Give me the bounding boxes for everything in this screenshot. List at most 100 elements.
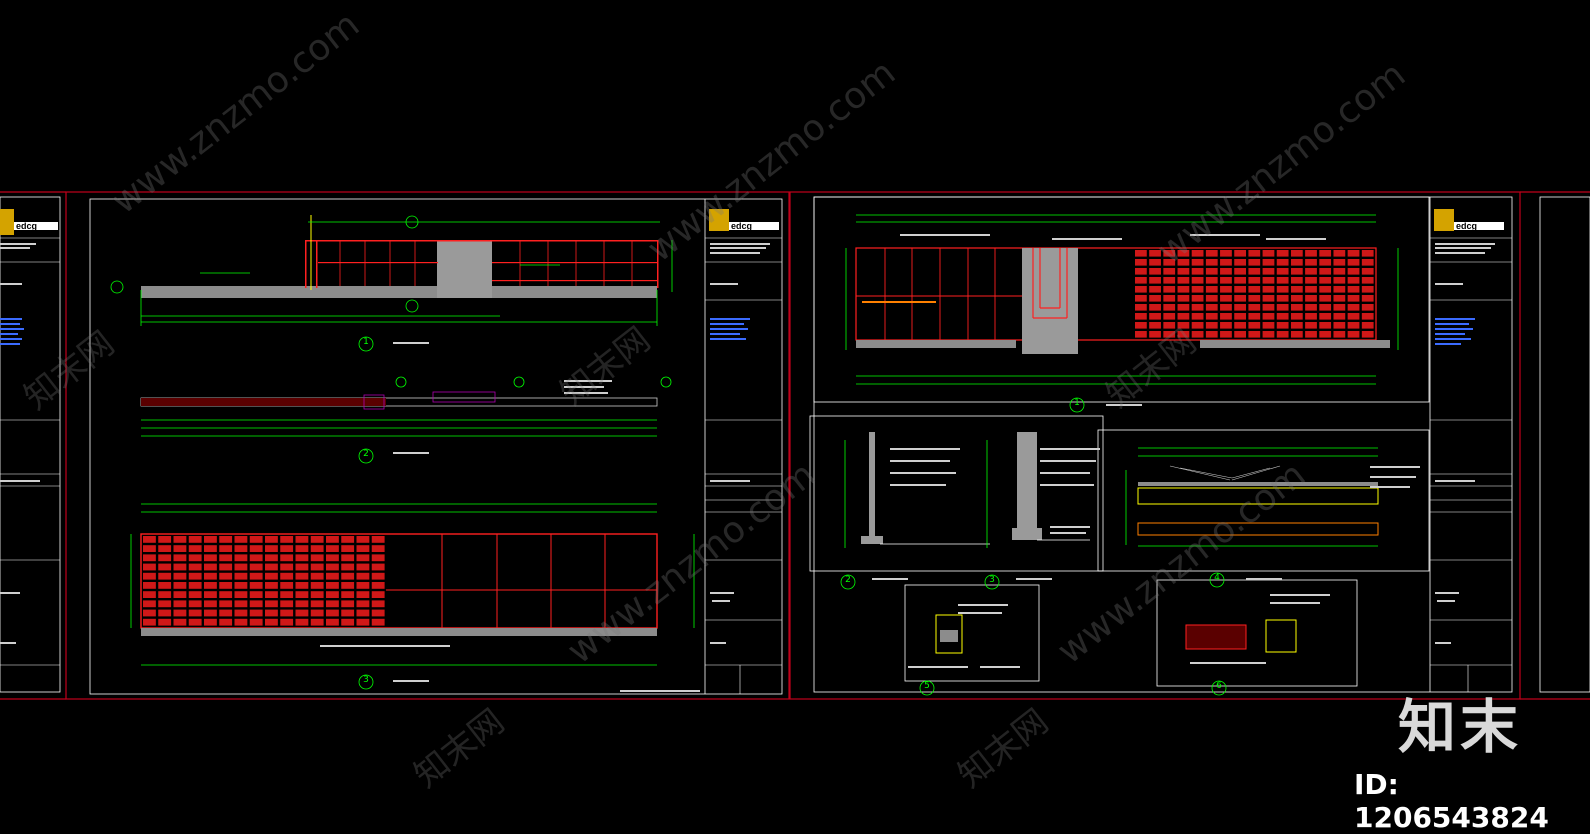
grid-cell <box>1262 286 1275 293</box>
grid-cell <box>1262 313 1275 320</box>
grid-cell <box>1319 313 1332 320</box>
grid-cell <box>1248 250 1261 257</box>
grid-cell <box>356 591 370 598</box>
view-number: 1 <box>363 337 369 347</box>
grid-cell <box>1205 322 1218 329</box>
grid-cell <box>1276 322 1289 329</box>
grid-cell <box>280 554 294 562</box>
grid-cell <box>1191 268 1204 275</box>
grid-cell <box>1305 259 1317 266</box>
grid-cell <box>143 536 156 543</box>
grid-cell <box>280 591 294 598</box>
grid-cell <box>1220 304 1232 311</box>
grid-cell <box>1234 322 1247 329</box>
grid-cell <box>204 582 217 589</box>
grid-cell <box>143 582 156 589</box>
grid-cell <box>265 591 278 598</box>
grid-cell <box>280 600 294 608</box>
grid-cell <box>204 600 217 608</box>
grid-cell <box>1305 313 1317 320</box>
grid-cell <box>204 545 217 552</box>
grid-cell <box>1333 286 1346 293</box>
grid-cell <box>295 591 309 598</box>
brand-label: edcg <box>1456 221 1478 231</box>
grid-cell <box>1262 259 1275 266</box>
grid-cell <box>1234 313 1247 320</box>
grid-cell <box>1135 277 1147 284</box>
grid-cell <box>1262 295 1275 302</box>
grid-cell <box>1234 259 1247 266</box>
grid-cell <box>188 563 202 571</box>
grid-cell <box>234 563 248 571</box>
grid-cell <box>1305 322 1317 329</box>
grid-cell <box>310 536 324 543</box>
grid-cell <box>371 554 385 562</box>
grid-cell <box>1290 322 1303 329</box>
grid-cell <box>1177 277 1190 284</box>
grid-cell <box>1248 304 1261 311</box>
grid-cell <box>1135 268 1147 275</box>
grid-cell <box>173 609 187 617</box>
grid-cell <box>1319 250 1332 257</box>
grid-cell <box>1191 277 1204 284</box>
grid-cell <box>249 554 263 562</box>
grid-cell <box>1163 277 1176 284</box>
view-number: 4 <box>1214 573 1220 583</box>
grid-cell <box>143 545 156 552</box>
grid-cell <box>234 591 248 598</box>
grid-cell <box>356 554 370 562</box>
grid-cell <box>1276 286 1289 293</box>
grid-cell <box>143 563 156 571</box>
grid-cell <box>249 545 263 552</box>
grid-cell <box>234 618 248 626</box>
grid-cell <box>1135 259 1147 266</box>
cad-drawing-viewport[interactable]: www.znzmo.com www.znzmo.com www.znzmo.co… <box>0 0 1590 834</box>
grid-cell <box>1361 331 1374 338</box>
grid-cell <box>326 609 339 617</box>
grid-cell <box>310 545 324 552</box>
grid-cell <box>326 582 339 589</box>
grid-cell <box>204 572 217 580</box>
grid-cell <box>173 554 187 562</box>
grid-cell <box>341 582 355 589</box>
grid-cell <box>1290 331 1303 338</box>
grid-cell <box>1361 259 1374 266</box>
grid-cell <box>188 582 202 589</box>
grid-cell <box>188 554 202 562</box>
grid-cell <box>1135 322 1147 329</box>
grid-cell <box>249 609 263 617</box>
grid-cell <box>249 563 263 571</box>
grid-cell <box>1177 286 1190 293</box>
grid-cell <box>1220 268 1232 275</box>
grid-cell <box>249 600 263 608</box>
grid-cell <box>265 545 278 552</box>
grid-cell <box>1163 304 1176 311</box>
grid-cell <box>1205 277 1218 284</box>
grid-cell <box>1191 259 1204 266</box>
grid-cell <box>1191 322 1204 329</box>
grid-cell <box>341 536 355 543</box>
grid-cell <box>158 618 172 626</box>
grid-cell <box>1361 313 1374 320</box>
grid-cell <box>1220 286 1232 293</box>
grid-cell <box>326 563 339 571</box>
grid-cell <box>326 554 339 562</box>
grid-cell <box>1205 259 1218 266</box>
grid-cell <box>234 609 248 617</box>
grid-cell <box>1220 322 1232 329</box>
grid-cell <box>1361 295 1374 302</box>
grid-cell <box>173 563 187 571</box>
grid-cell <box>1220 277 1232 284</box>
grid-cell <box>173 618 187 626</box>
grid-cell <box>1361 286 1374 293</box>
grid-cell <box>1177 295 1190 302</box>
grid-cell <box>1191 304 1204 311</box>
grid-cell <box>341 609 355 617</box>
grid-cell <box>158 591 172 598</box>
grid-cell <box>219 609 233 617</box>
grid-cell <box>265 618 278 626</box>
view-number: 1 <box>1074 398 1080 408</box>
grid-cell <box>1333 322 1346 329</box>
grid-cell <box>204 591 217 598</box>
grid-cell <box>1262 331 1275 338</box>
